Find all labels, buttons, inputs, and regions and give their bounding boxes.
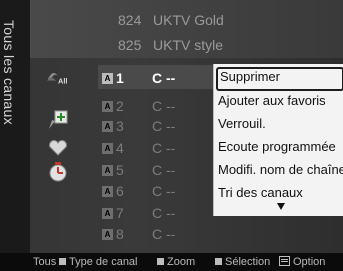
all-channels-tab[interactable]: Tous les canaux	[0, 0, 30, 253]
menu-item-lock[interactable]: Verrouil.	[218, 116, 266, 136]
air-badge: A	[102, 186, 113, 197]
footer-selection-label: Sélection	[225, 256, 271, 268]
channel-number: 5	[116, 162, 124, 178]
air-badge: A	[102, 101, 113, 112]
list-item[interactable]: A 1 C --	[102, 70, 212, 90]
air-badge: A	[102, 208, 113, 219]
channel-number: 4	[116, 140, 124, 156]
channel-number: 824	[118, 12, 142, 28]
footer-selection: Sélection	[215, 256, 270, 268]
top-channel-rows: 824 UKTV Gold 825 UKTV style	[0, 0, 343, 58]
channel-name: UKTV Gold	[153, 12, 224, 28]
air-badge: A	[102, 121, 113, 132]
footer-zoom-label: Zoom	[167, 256, 196, 268]
channel-name: C --	[152, 98, 176, 114]
scroll-down-arrow-icon[interactable]	[277, 203, 285, 210]
footer-zoom: Zoom	[157, 256, 195, 268]
list-item[interactable]: A 8 C --	[102, 226, 212, 246]
channel-list-panel: 824 UKTV Gold 825 UKTV style Tous les ca…	[0, 0, 343, 253]
programmed-icon[interactable]	[45, 160, 71, 184]
menu-item-add-favorites[interactable]: Ajouter aux favoris	[218, 93, 326, 113]
channel-name: C --	[152, 118, 176, 134]
filter-icon-column: All	[30, 58, 90, 253]
square-button-icon	[215, 258, 222, 265]
channel-name: C --	[152, 183, 176, 199]
list-item[interactable]: A 2 C --	[102, 98, 212, 118]
menu-item-rename-channel[interactable]: Modifi. nom de chaîne	[218, 162, 343, 182]
square-button-icon	[157, 258, 164, 265]
list-item[interactable]: A 6 C --	[102, 183, 212, 203]
channel-name: C --	[152, 226, 176, 242]
channel-name: C --	[152, 162, 176, 178]
options-menu: Supprimer Ajouter aux favoris Verrouil. …	[213, 64, 343, 216]
channel-name: UKTV style	[153, 37, 224, 53]
footer-option: Option	[279, 256, 325, 268]
air-badge: A	[102, 229, 113, 240]
footer-all-label: Tous	[33, 256, 57, 268]
footer-channel-type-label: Type de canal	[69, 256, 138, 268]
channel-row-824[interactable]: 824 UKTV Gold	[0, 12, 343, 32]
list-item[interactable]: A 4 C --	[102, 140, 212, 160]
all-channels-icon[interactable]: All	[45, 64, 71, 88]
channel-row-825[interactable]: 825 UKTV style	[0, 37, 343, 57]
favorites-icon[interactable]	[45, 136, 71, 160]
channel-number: 6	[116, 183, 124, 199]
list-item[interactable]: A 7 C --	[102, 205, 212, 225]
channel-number: 2	[116, 98, 124, 114]
air-badge: A	[102, 143, 113, 154]
menu-item-timer-viewing[interactable]: Ecoute programmée	[218, 139, 336, 159]
channel-name: C --	[152, 205, 176, 221]
footer-channel-type: Type de canal	[59, 256, 138, 268]
air-badge: A	[102, 73, 113, 84]
menu-item-sort-channels[interactable]: Tri des canaux	[218, 185, 303, 205]
footer-help-bar: Tous Type de canal Zoom Sélection Option	[0, 253, 343, 271]
tab-label: Tous les canaux	[1, 20, 17, 125]
tools-icon	[279, 256, 290, 266]
channel-name: C --	[152, 140, 176, 156]
channel-number: 8	[116, 226, 124, 242]
list-item[interactable]: A 5 C --	[102, 162, 212, 182]
channel-number: 1	[116, 70, 124, 86]
channel-name: C --	[152, 70, 176, 86]
menu-item-delete[interactable]: Supprimer	[216, 67, 343, 91]
channel-number: 3	[116, 118, 124, 134]
air-badge: A	[102, 165, 113, 176]
list-item[interactable]: A 3 C --	[102, 118, 212, 138]
square-button-icon	[59, 258, 66, 265]
footer-all: Tous	[33, 256, 56, 268]
all-label: All	[58, 76, 67, 85]
channel-number: 7	[116, 205, 124, 221]
channel-number: 825	[118, 37, 142, 53]
added-channels-icon[interactable]	[45, 108, 71, 132]
footer-option-label: Option	[293, 256, 326, 268]
